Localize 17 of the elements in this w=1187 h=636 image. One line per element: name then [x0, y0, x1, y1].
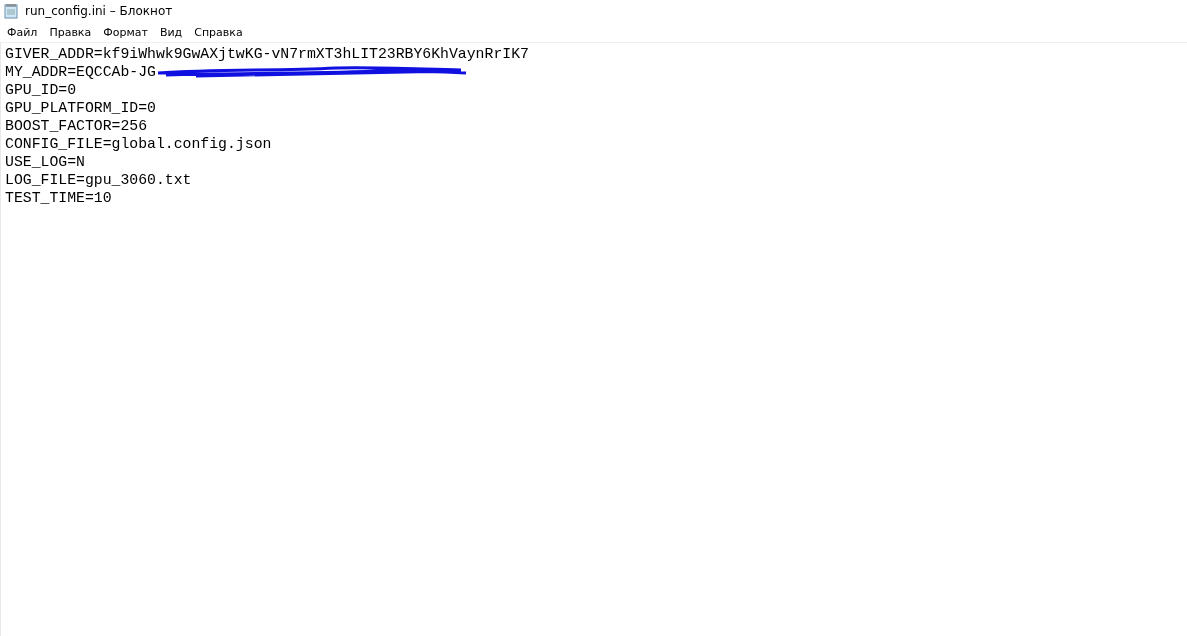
- menu-item[interactable]: Справка: [188, 25, 249, 39]
- menu-item[interactable]: Файл: [1, 25, 44, 39]
- text-line: MY_ADDR=EQCCAb-JG: [5, 63, 156, 81]
- window-title: run_config.ini – Блокнот: [25, 4, 173, 18]
- menu-item[interactable]: Правка: [43, 25, 98, 39]
- text-line: CONFIG_FILE=global.config.json: [5, 135, 273, 153]
- menu-item[interactable]: Вид: [153, 25, 189, 39]
- text-line: USE_LOG=N: [5, 153, 86, 171]
- notepad-icon: [4, 3, 18, 19]
- text-line: BOOST_FACTOR=256: [5, 117, 149, 135]
- text-line: GIVER_ADDR=kf9iWhwk9GwAXjtwKG-vN7rmXT3hLIT23RBY6KhVaynRrIK7: [5, 45, 530, 63]
- text-line: GPU_PLATFORM_ID=0: [5, 99, 157, 117]
- text-line: LOG_FILE=gpu_3060.txt: [5, 171, 193, 189]
- text-line: GPU_ID=0: [5, 81, 78, 99]
- menu-item[interactable]: Формат: [97, 25, 154, 39]
- text-area[interactable]: GIVER_ADDR=kf9iWhwk9GwAXjtwKG-vN7rmXT3hLIT23RBY6KhVaynRrIK7 MY_ADDR=EQCCAb-JG GPU_ID=0 GPU_PLATFORM_ID=0 BOOST_FACTOR=256 CONFIG_FILE=global.config.json USE_LOG=N LOG_FILE=gpu_3060.txt TEST_TIME=10: [0, 43, 1187, 636]
- text-line: TEST_TIME=10: [5, 189, 113, 207]
